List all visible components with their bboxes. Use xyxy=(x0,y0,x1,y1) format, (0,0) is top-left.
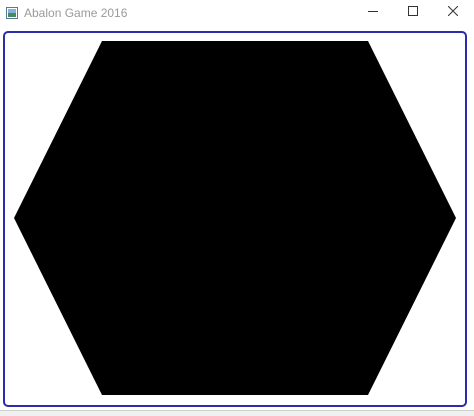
close-icon xyxy=(447,3,459,21)
app-window: Abalon Game 2016 xyxy=(0,0,474,416)
board-hexagon[interactable] xyxy=(14,41,456,395)
game-board-panel[interactable] xyxy=(3,31,467,407)
minimize-icon xyxy=(368,3,378,21)
close-button[interactable] xyxy=(434,0,472,24)
game-board[interactable] xyxy=(5,33,465,405)
window-title: Abalon Game 2016 xyxy=(24,6,128,20)
title-bar[interactable]: Abalon Game 2016 xyxy=(0,0,474,26)
maximize-icon xyxy=(408,3,418,21)
maximize-button[interactable] xyxy=(394,0,432,24)
bottom-edge xyxy=(0,410,474,416)
minimize-button[interactable] xyxy=(354,0,392,24)
application-icon[interactable] xyxy=(6,6,18,19)
